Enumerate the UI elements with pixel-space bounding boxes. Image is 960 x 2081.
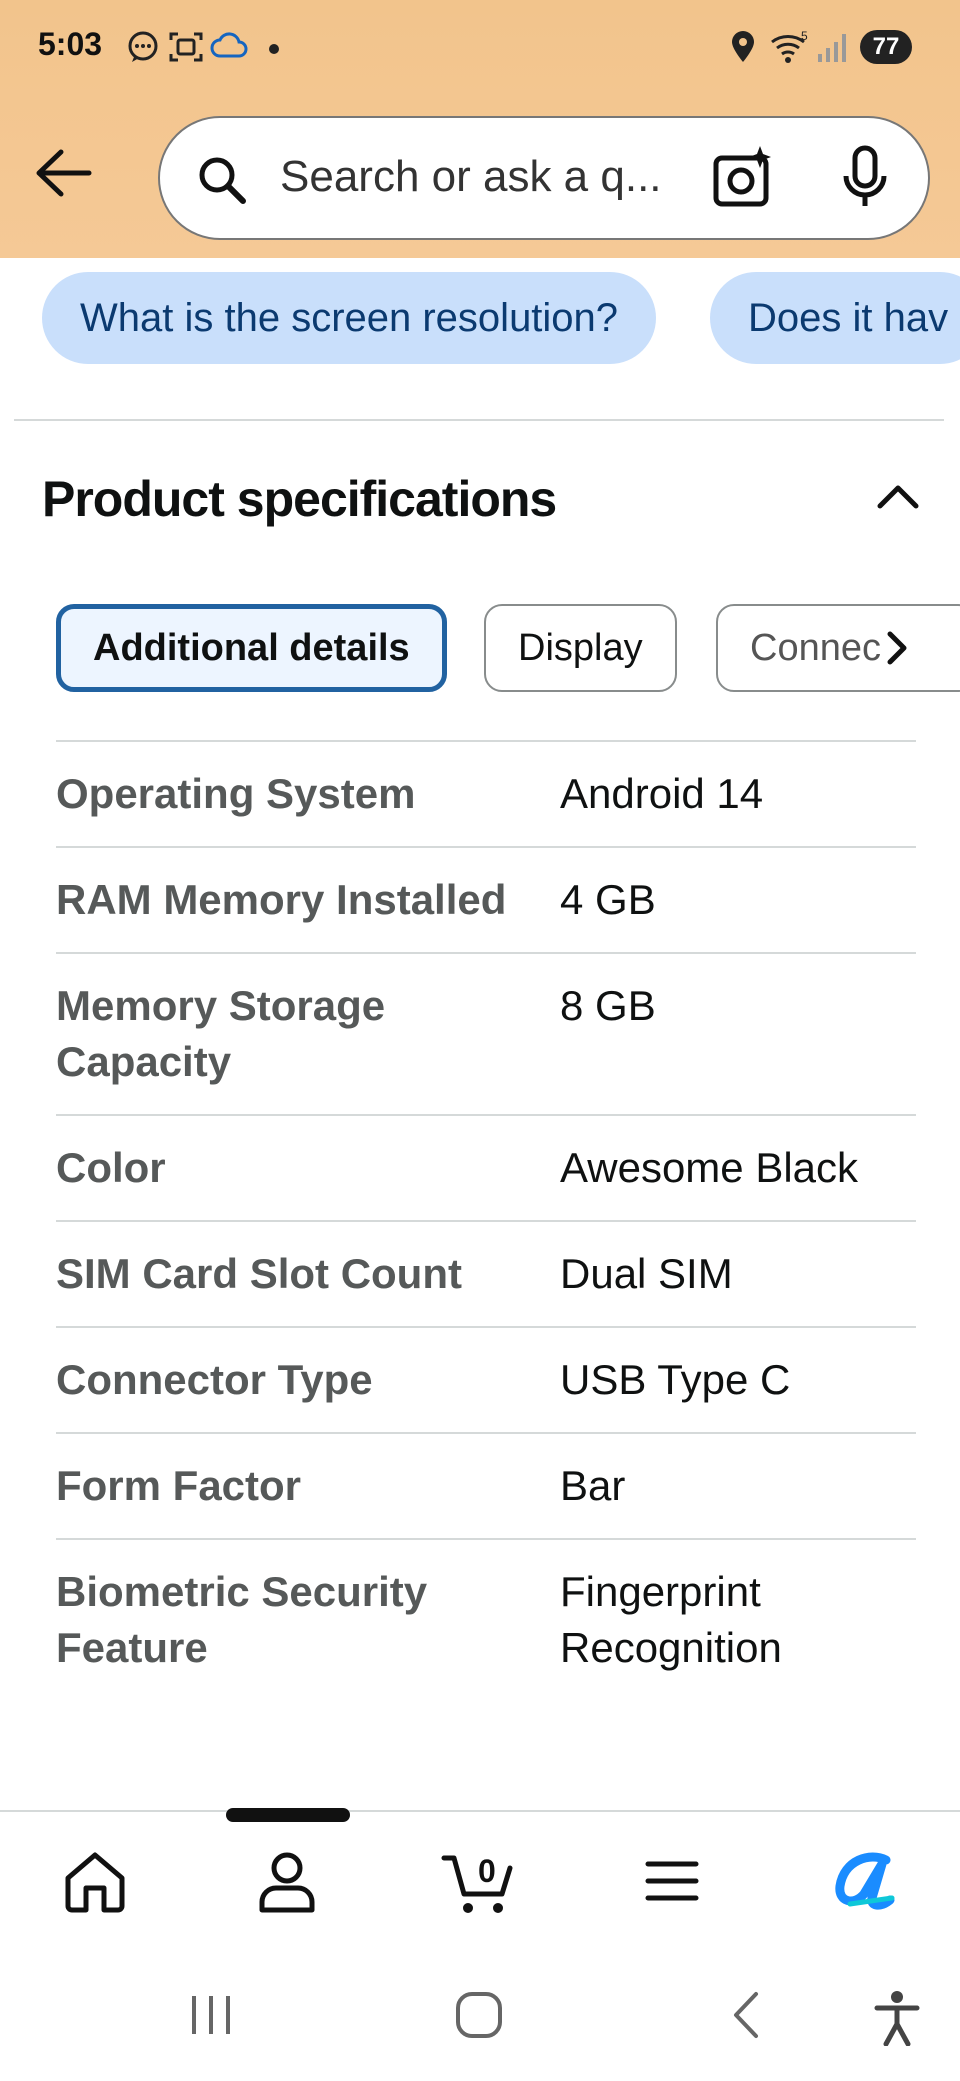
spec-tabs: Additional details Display Connec	[56, 604, 960, 696]
spec-value: Bar	[560, 1462, 626, 1509]
spec-value: Android 14	[560, 770, 764, 817]
spec-value: Dual SIM	[560, 1250, 733, 1297]
table-row: Form Factor Bar	[56, 1432, 916, 1538]
table-row: SIM Card Slot Count Dual SIM	[56, 1220, 916, 1326]
table-row: RAM Memory Installed 4 GB	[56, 846, 916, 952]
table-row: Memory Storage Capacity 8 GB	[56, 952, 916, 1114]
chat-notification-icon	[126, 30, 160, 69]
search-icon	[196, 154, 248, 211]
account-icon[interactable]	[254, 1848, 320, 1919]
spec-value: USB Type C	[560, 1356, 791, 1403]
back-button[interactable]	[28, 138, 98, 208]
section-divider	[14, 419, 944, 421]
tab-connectivity[interactable]: Connec	[716, 604, 960, 692]
spec-value: Fingerprint Recognition	[560, 1568, 782, 1671]
table-row: Biometric Security Feature Fingerprint R…	[56, 1538, 916, 1700]
cart-icon[interactable]: 0	[440, 1838, 520, 1923]
camera-search-icon[interactable]	[712, 144, 774, 215]
spec-table: Operating System Android 14 RAM Memory I…	[56, 740, 916, 1700]
chevron-up-icon	[877, 485, 919, 509]
spec-key: Memory Storage Capacity	[56, 982, 386, 1085]
bottom-nav: 0	[0, 1810, 960, 1960]
arrow-left-icon	[36, 149, 92, 197]
system-nav	[0, 1960, 960, 2081]
home-icon[interactable]	[62, 1848, 128, 1919]
scroll-handle	[226, 1808, 350, 1822]
suggestion-chip[interactable]: Does it hav	[710, 272, 960, 364]
table-row: Color Awesome Black	[56, 1114, 916, 1220]
app-header: 5:03 5 77 Search or ask a q...	[0, 0, 960, 258]
spec-value: 8 GB	[560, 982, 656, 1029]
location-icon	[730, 30, 756, 69]
status-time: 5:03	[38, 26, 103, 62]
suggestion-chip[interactable]: What is the screen resolution?	[42, 272, 657, 364]
chevron-right-icon[interactable]	[882, 630, 912, 671]
spec-key: Connector Type	[56, 1356, 373, 1403]
tab-display[interactable]: Display	[484, 604, 677, 692]
home-button-icon[interactable]	[454, 1990, 504, 2045]
table-row: Connector Type USB Type C	[56, 1326, 916, 1432]
spec-key: Color	[56, 1144, 166, 1191]
table-row: Operating System Android 14	[56, 740, 916, 846]
spec-key: Biometric Security Feature	[56, 1568, 428, 1671]
recent-apps-icon[interactable]	[186, 1990, 236, 2045]
spec-key: Operating System	[56, 770, 416, 817]
battery-indicator: 77	[860, 30, 912, 64]
tab-label: Connec	[750, 627, 881, 669]
menu-icon[interactable]	[642, 1848, 702, 1919]
collapse-button[interactable]	[870, 470, 926, 526]
signal-icon	[816, 30, 850, 69]
question-suggestions: What is the screen resolution? Does it h…	[0, 270, 960, 366]
wifi-icon: 5	[770, 29, 810, 69]
dot-icon	[268, 42, 280, 60]
cloud-icon	[210, 30, 248, 67]
spec-key: SIM Card Slot Count	[56, 1250, 462, 1297]
rufus-icon[interactable]	[830, 1848, 900, 1919]
search-input[interactable]: Search or ask a q...	[280, 152, 662, 202]
svg-text:5: 5	[801, 30, 808, 43]
tab-additional-details[interactable]: Additional details	[56, 604, 447, 692]
spec-value: Awesome Black	[560, 1144, 859, 1191]
search-bar[interactable]: Search or ask a q...	[158, 116, 930, 240]
microphone-icon[interactable]	[840, 144, 890, 215]
screenshot-icon	[168, 30, 204, 69]
back-nav-icon[interactable]	[726, 1990, 766, 2045]
spec-key: Form Factor	[56, 1462, 302, 1509]
cart-count: 0	[478, 1853, 496, 1889]
accessibility-icon[interactable]	[872, 1990, 922, 2051]
status-bar: 5:03 5 77	[0, 0, 960, 100]
spec-key: RAM Memory Installed	[56, 876, 507, 923]
spec-value: 4 GB	[560, 876, 656, 923]
section-title: Product specifications	[42, 471, 557, 527]
